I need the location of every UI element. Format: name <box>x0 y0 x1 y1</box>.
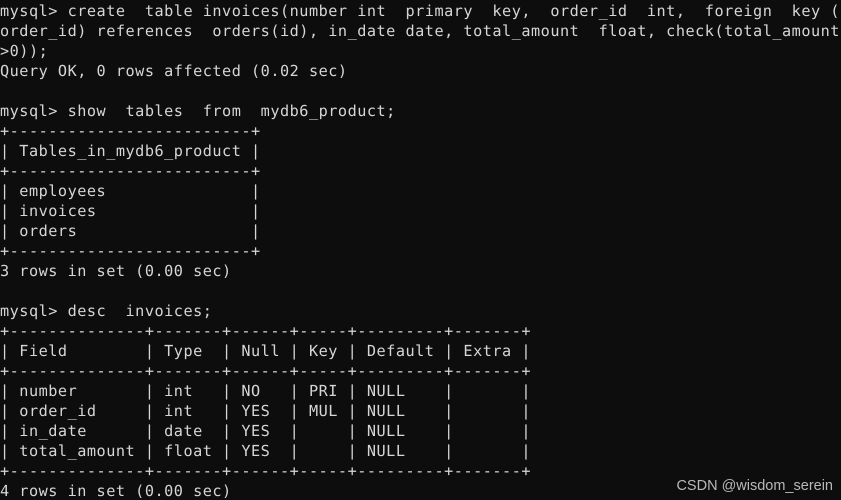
csdn-watermark: CSDN @wisdom_serein <box>676 478 833 494</box>
terminal-console-output[interactable]: mysql> create table invoices(number int … <box>0 1 840 500</box>
mysql-terminal-window[interactable]: mysql> create table invoices(number int … <box>0 0 841 500</box>
